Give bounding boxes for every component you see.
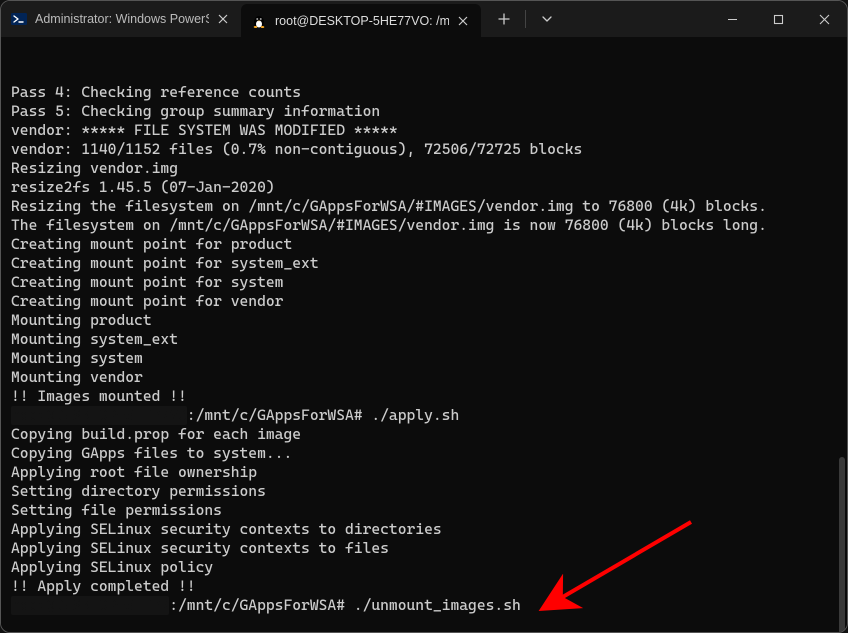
powershell-icon: [11, 11, 27, 27]
window-controls: [709, 1, 847, 37]
tab-label: root@DESKTOP-5HE77VO: /mnt: [275, 14, 449, 28]
terminal-line: Mounting system_ext: [11, 330, 837, 349]
redacted-user: root@DESKTOP-5HE77VO: [11, 406, 187, 425]
terminal-line: Creating mount point for product: [11, 235, 837, 254]
terminal-line: Mounting product: [11, 311, 837, 330]
minimize-button[interactable]: [709, 1, 755, 37]
terminal-line: resize2fs 1.45.5 (07-Jan-2020): [11, 178, 837, 197]
terminal-line: Applying root file ownership: [11, 463, 837, 482]
terminal-output: Pass 4: Checking reference countsPass 5:…: [11, 83, 837, 615]
terminal-line: Resizing vendor.img: [11, 159, 837, 178]
terminal-line: Copying build.prop for each image: [11, 425, 837, 444]
terminal-line: Applying SELinux security contexts to fi…: [11, 539, 837, 558]
terminal-line: !! Apply completed !!: [11, 577, 837, 596]
terminal-line: !! Images mounted !!: [11, 387, 837, 406]
terminal-line: Creating mount point for system: [11, 273, 837, 292]
redacted-user: root@DESKTOP-5HE77: [11, 596, 169, 615]
new-tab-button[interactable]: [487, 4, 521, 34]
terminal-prompt-line: root@DESKTOP-5HE77VO:/mnt/c/GAppsForWSA#…: [11, 406, 837, 425]
tab-dropdown-button[interactable]: [530, 4, 564, 34]
tab-powershell[interactable]: Administrator: Windows PowerShell: [1, 1, 241, 37]
titlebar-spacer[interactable]: [564, 1, 709, 37]
scrollbar-thumb[interactable]: [839, 457, 845, 632]
terminal-line: vendor: 1140/1152 files (0.7% non-contig…: [11, 140, 837, 159]
terminal-line: The filesystem on /mnt/c/GAppsForWSA/#IM…: [11, 216, 837, 235]
terminal-line: Applying SELinux policy: [11, 558, 837, 577]
divider: [525, 10, 526, 28]
terminal-line: Resizing the filesystem on /mnt/c/GAppsF…: [11, 197, 837, 216]
terminal-line: Creating mount point for vendor: [11, 292, 837, 311]
terminal-line: Applying SELinux security contexts to di…: [11, 520, 837, 539]
terminal-line: Pass 4: Checking reference counts: [11, 83, 837, 102]
terminal-line: Setting file permissions: [11, 501, 837, 520]
tab-strip: Administrator: Windows PowerShell: [1, 1, 481, 37]
tab-linux[interactable]: root@DESKTOP-5HE77VO: /mnt: [241, 4, 481, 37]
terminal-line: vendor: ***** FILE SYSTEM WAS MODIFIED *…: [11, 121, 837, 140]
tux-icon: [251, 13, 267, 29]
terminal-line: Creating mount point for system_ext: [11, 254, 837, 273]
tab-label: Administrator: Windows PowerShell: [35, 12, 209, 26]
terminal-line: Pass 5: Checking group summary informati…: [11, 102, 837, 121]
maximize-button[interactable]: [755, 1, 801, 37]
terminal-line: Copying GApps files to system...: [11, 444, 837, 463]
titlebar: Administrator: Windows PowerShell: [1, 1, 847, 37]
close-window-button[interactable]: [801, 1, 847, 37]
terminal-prompt-line: root@DESKTOP-5HE77:/mnt/c/GAppsForWSA# .…: [11, 596, 837, 615]
terminal-line: Mounting system: [11, 349, 837, 368]
terminal-window: Administrator: Windows PowerShell: [0, 0, 848, 633]
terminal-body[interactable]: Pass 4: Checking reference countsPass 5:…: [1, 37, 847, 632]
terminal-line: Mounting vendor: [11, 368, 837, 387]
tab-actions: [481, 1, 564, 37]
terminal-line: Setting directory permissions: [11, 482, 837, 501]
tab-close-button[interactable]: [215, 11, 231, 27]
tab-close-button[interactable]: [455, 13, 471, 29]
